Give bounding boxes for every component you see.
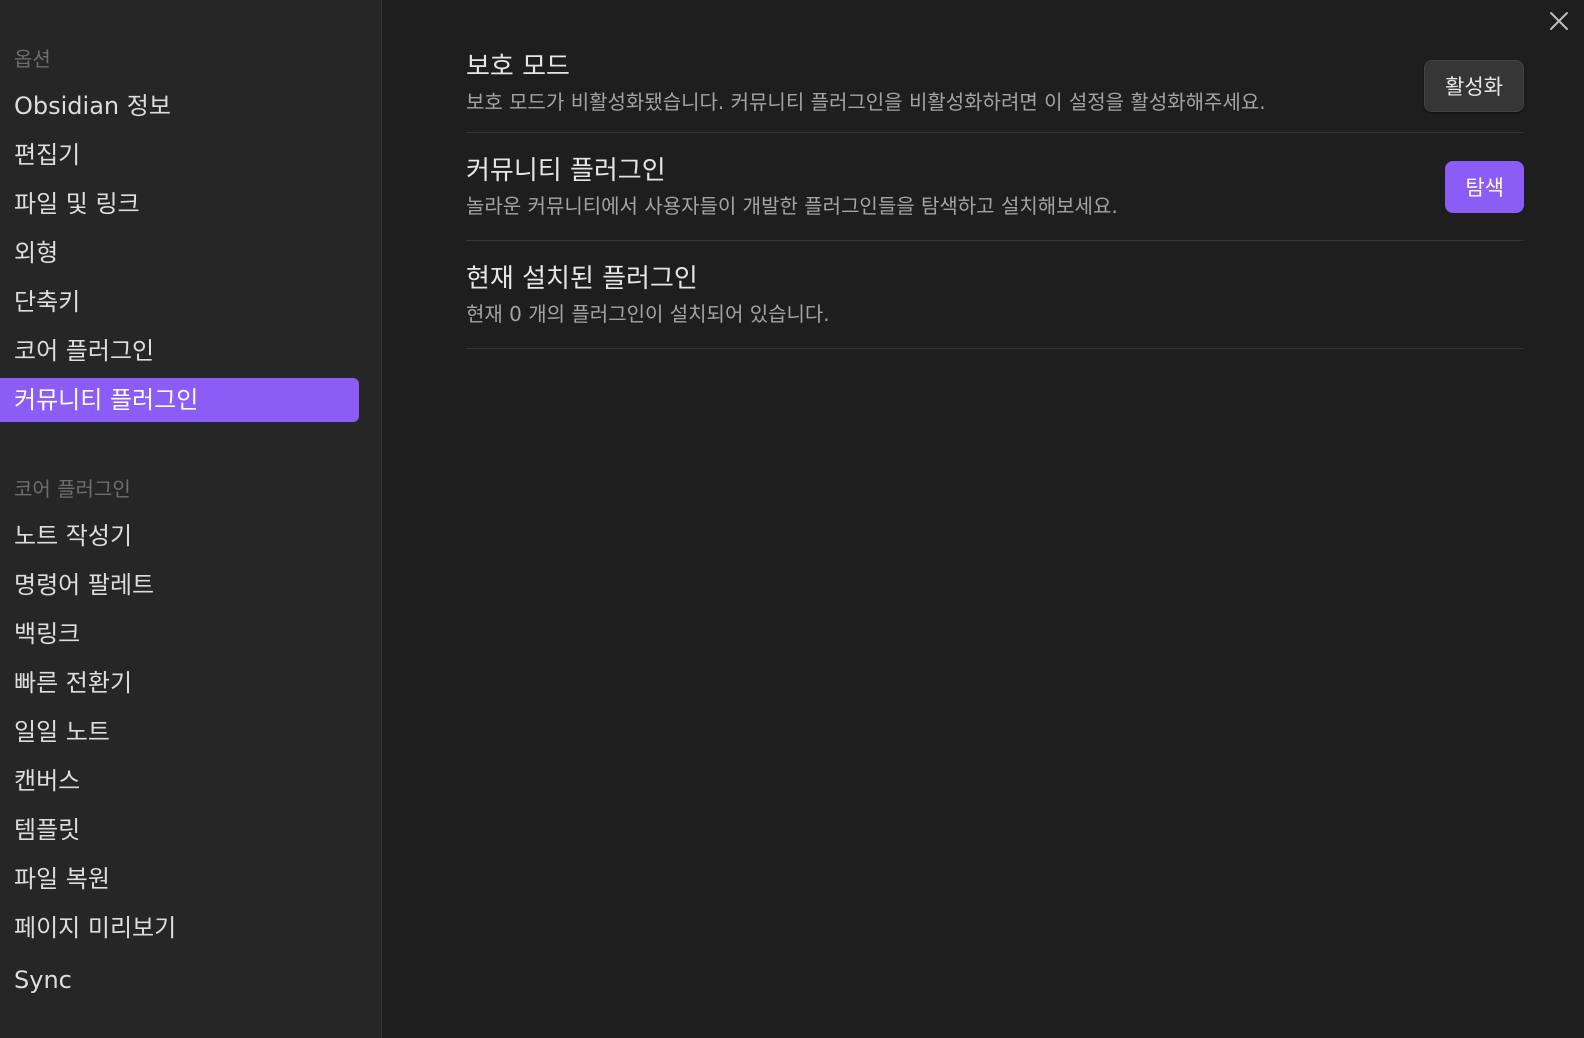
- options-section-title: 옵션: [14, 47, 51, 71]
- setting-name: 커뮤니티 플러그인: [466, 155, 666, 186]
- setting-info: 보호 모드 보호 모드가 비활성화됐습니다. 커뮤니티 플러그인을 비활성화하려…: [466, 49, 1266, 117]
- sidebar-item-note-composer[interactable]: 노트 작성기: [0, 514, 359, 558]
- setting-restricted-mode: 보호 모드 보호 모드가 비활성화됐습니다. 커뮤니티 플러그인을 비활성화하려…: [466, 40, 1524, 133]
- settings-sidebar: 옵션 Obsidian 정보 편집기 파일 및 링크 외형 단축키 코어 플러그…: [0, 0, 382, 1038]
- sidebar-item-appearance[interactable]: 외형: [0, 231, 359, 275]
- sidebar-item-file-recovery[interactable]: 파일 복원: [0, 857, 359, 901]
- settings-modal: 옵션 Obsidian 정보 편집기 파일 및 링크 외형 단축키 코어 플러그…: [0, 0, 1584, 1038]
- sidebar-item-quick-switcher[interactable]: 빠른 전환기: [0, 661, 359, 705]
- sidebar-item-sync[interactable]: Sync: [0, 958, 359, 1002]
- setting-name: 보호 모드: [466, 52, 570, 82]
- sidebar-item-core-plugins[interactable]: 코어 플러그인: [0, 329, 359, 373]
- sidebar-item-backlinks[interactable]: 백링크: [0, 612, 359, 656]
- setting-description: 현재 0 개의 플러그인이 설치되어 있습니다.: [466, 301, 830, 326]
- browse-plugins-button[interactable]: 탐색: [1445, 160, 1524, 213]
- setting-info: 커뮤니티 플러그인 놀라운 커뮤니티에서 사용자들이 개발한 플러그인들을 탐색…: [466, 153, 1118, 221]
- setting-info: 현재 설치된 플러그인 현재 0 개의 플러그인이 설치되어 있습니다.: [466, 261, 830, 329]
- sidebar-item-command-palette[interactable]: 명령어 팔레트: [0, 563, 359, 607]
- settings-content: 보호 모드 보호 모드가 비활성화됐습니다. 커뮤니티 플러그인을 비활성화하려…: [382, 0, 1584, 1038]
- setting-community-plugins: 커뮤니티 플러그인 놀라운 커뮤니티에서 사용자들이 개발한 플러그인들을 탐색…: [466, 133, 1524, 241]
- sidebar-item-daily-notes[interactable]: 일일 노트: [0, 710, 359, 754]
- turn-on-restricted-mode-button[interactable]: 활성화: [1424, 60, 1524, 112]
- sidebar-item-about[interactable]: Obsidian 정보: [0, 84, 359, 128]
- sidebar-item-templates[interactable]: 템플릿: [0, 808, 359, 852]
- sidebar-item-community-plugins[interactable]: 커뮤니티 플러그인: [0, 378, 359, 422]
- setting-name: 현재 설치된 플러그인: [466, 263, 698, 294]
- setting-installed-plugins: 현재 설치된 플러그인 현재 0 개의 플러그인이 설치되어 있습니다.: [466, 241, 1524, 349]
- core-plugins-section-title: 코어 플러그인: [14, 477, 131, 501]
- sidebar-item-hotkeys[interactable]: 단축키: [0, 280, 359, 324]
- setting-description: 놀라운 커뮤니티에서 사용자들이 개발한 플러그인들을 탐색하고 설치해보세요.: [466, 193, 1118, 218]
- sidebar-item-canvas[interactable]: 캔버스: [0, 759, 359, 803]
- sidebar-item-files-links[interactable]: 파일 및 링크: [0, 182, 359, 226]
- close-button[interactable]: [1544, 6, 1574, 36]
- setting-description: 보호 모드가 비활성화됐습니다. 커뮤니티 플러그인을 비활성화하려면 이 설정…: [466, 90, 1266, 114]
- sidebar-item-editor[interactable]: 편집기: [0, 133, 359, 177]
- sidebar-item-page-preview[interactable]: 페이지 미리보기: [0, 906, 359, 950]
- close-icon: [1550, 12, 1568, 30]
